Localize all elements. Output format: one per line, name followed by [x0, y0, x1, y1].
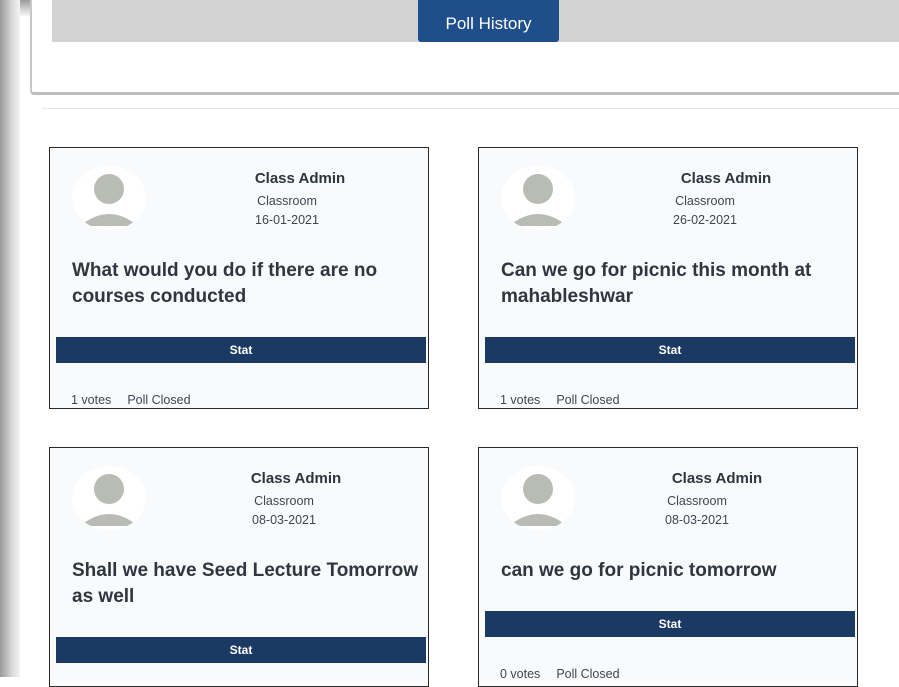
poll-date: 08-03-2021 [665, 513, 729, 527]
poll-status: Poll Closed [556, 667, 620, 681]
poll-card: Class Admin Classroom 16-01-2021 What wo… [49, 147, 429, 409]
poll-date: 16-01-2021 [255, 213, 319, 227]
poll-author: Class Admin [254, 170, 346, 187]
poll-date: 08-03-2021 [252, 513, 316, 527]
user-avatar-icon [72, 166, 146, 230]
user-avatar-icon [501, 466, 575, 530]
window-shadow-left [0, 0, 20, 677]
poll-group: Classroom [675, 194, 735, 208]
vote-count: 0 votes [500, 667, 541, 681]
poll-card: Class Admin Classroom 26-02-2021 Can we … [478, 147, 858, 409]
poll-date: 26-02-2021 [673, 213, 737, 227]
poll-card: Class Admin Classroom 08-03-2021 can we … [478, 447, 858, 687]
vote-count: 1 votes [71, 393, 112, 407]
poll-group: Classroom [257, 194, 317, 208]
poll-author: Class Admin [250, 470, 342, 487]
user-avatar-icon [501, 166, 575, 230]
poll-question: Can we go for picnic this month at mahab… [501, 260, 812, 307]
poll-history-button[interactable]: Poll History [418, 0, 559, 42]
poll-author: Class Admin [680, 170, 772, 187]
poll-question: can we go for picnic tomorrow [501, 560, 777, 581]
poll-status: Poll Closed [556, 393, 620, 407]
poll-group: Classroom [254, 494, 314, 508]
poll-question: Shall we have Seed Lecture Tomorrow as w… [72, 560, 418, 607]
vote-count: 1 votes [500, 393, 541, 407]
poll-footer: 1 votes Poll Closed [71, 393, 191, 407]
stat-button[interactable]: Stat [56, 337, 426, 363]
stat-button[interactable]: Stat [485, 337, 855, 363]
poll-question: What would you do if there are no course… [72, 260, 378, 307]
stat-button[interactable]: Stat [56, 637, 426, 663]
user-avatar-icon [72, 466, 146, 530]
poll-group: Classroom [667, 494, 727, 508]
stat-button[interactable]: Stat [485, 611, 855, 637]
poll-status: Poll Closed [127, 393, 191, 407]
poll-footer: 0 votes Poll Closed [500, 667, 620, 681]
poll-footer: 1 votes Poll Closed [500, 393, 620, 407]
poll-card: Class Admin Classroom 08-03-2021 Shall w… [49, 447, 429, 687]
section-divider [42, 108, 899, 109]
poll-author: Class Admin [671, 470, 763, 487]
